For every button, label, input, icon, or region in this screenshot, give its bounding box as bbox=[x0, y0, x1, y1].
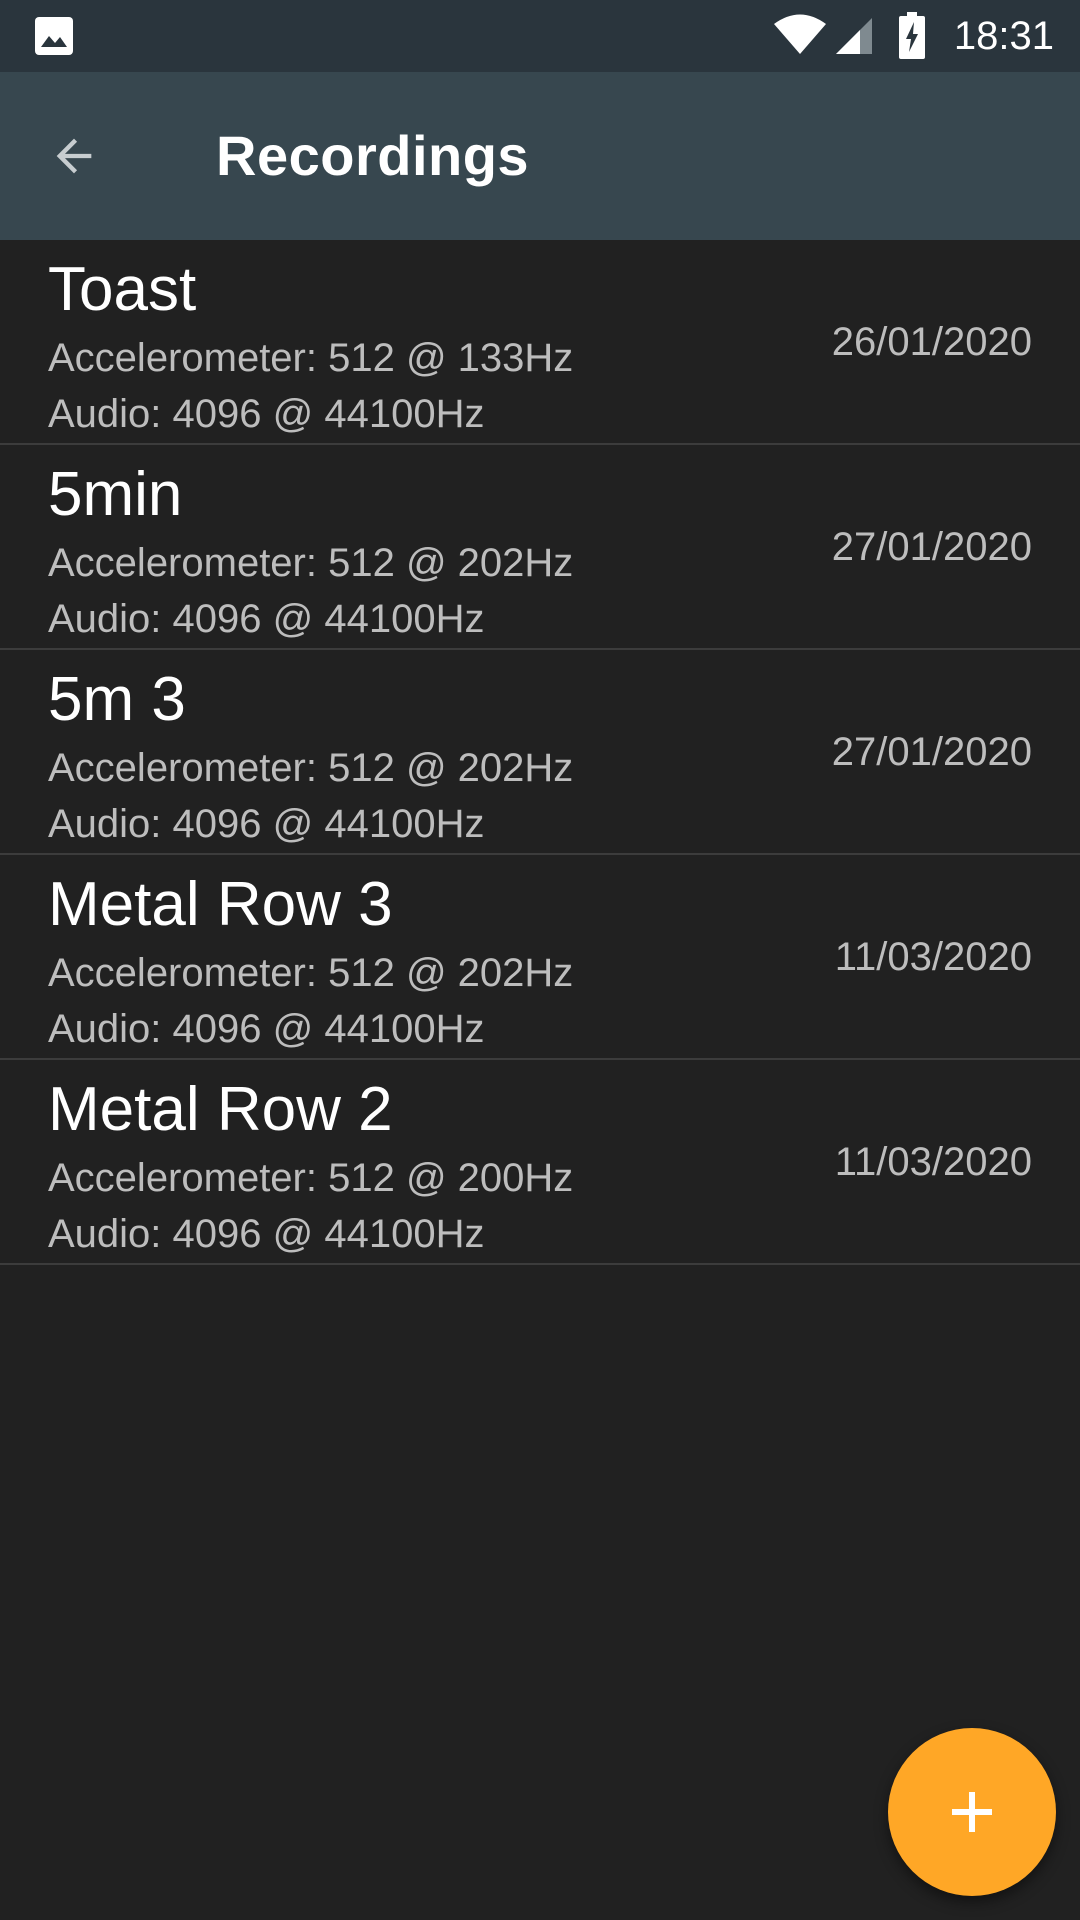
list-item[interactable]: 5m 3 Accelerometer: 512 @ 202Hz Audio: 4… bbox=[0, 650, 1080, 855]
recording-accelerometer: Accelerometer: 512 @ 200Hz bbox=[48, 1156, 574, 1200]
recording-name: Metal Row 3 bbox=[48, 870, 393, 939]
recording-accelerometer: Accelerometer: 512 @ 202Hz bbox=[48, 541, 574, 585]
recording-date: 27/01/2020 bbox=[831, 525, 1032, 569]
recordings-list: Toast Accelerometer: 512 @ 133Hz Audio: … bbox=[0, 240, 1080, 1265]
recording-date: 11/03/2020 bbox=[834, 1140, 1032, 1184]
app-bar: Recordings bbox=[0, 72, 1080, 240]
recording-name: 5min bbox=[48, 460, 183, 529]
recording-audio: Audio: 4096 @ 44100Hz bbox=[48, 597, 485, 641]
recording-audio: Audio: 4096 @ 44100Hz bbox=[48, 1007, 485, 1051]
list-item[interactable]: 5min Accelerometer: 512 @ 202Hz Audio: 4… bbox=[0, 445, 1080, 650]
list-item[interactable]: Toast Accelerometer: 512 @ 133Hz Audio: … bbox=[0, 240, 1080, 445]
battery-charging-icon bbox=[899, 12, 925, 59]
recording-accelerometer: Accelerometer: 512 @ 133Hz bbox=[48, 336, 574, 380]
recordings-screen: 18:31 Recordings Toast Accelerometer: 51… bbox=[0, 0, 1080, 1920]
recording-audio: Audio: 4096 @ 44100Hz bbox=[48, 802, 485, 846]
recording-accelerometer: Accelerometer: 512 @ 202Hz bbox=[48, 951, 574, 995]
list-item[interactable]: Metal Row 3 Accelerometer: 512 @ 202Hz A… bbox=[0, 855, 1080, 1060]
recording-audio: Audio: 4096 @ 44100Hz bbox=[48, 1212, 485, 1256]
recording-date: 11/03/2020 bbox=[834, 935, 1032, 979]
signal-icon bbox=[836, 18, 872, 54]
plus-icon bbox=[952, 1792, 992, 1832]
wifi-icon bbox=[774, 14, 826, 54]
back-button[interactable] bbox=[32, 114, 116, 198]
status-bar: 18:31 bbox=[0, 0, 1080, 72]
recording-date: 26/01/2020 bbox=[831, 320, 1032, 364]
recording-audio: Audio: 4096 @ 44100Hz bbox=[48, 392, 485, 436]
recording-name: Metal Row 2 bbox=[48, 1075, 393, 1144]
status-clock: 18:31 bbox=[953, 14, 1054, 58]
recording-name: Toast bbox=[48, 255, 197, 324]
recording-accelerometer: Accelerometer: 512 @ 202Hz bbox=[48, 746, 574, 790]
recording-date: 27/01/2020 bbox=[831, 730, 1032, 774]
add-recording-button[interactable] bbox=[888, 1728, 1056, 1896]
arrow-back-icon bbox=[56, 138, 92, 174]
recording-name: 5m 3 bbox=[48, 665, 186, 734]
gallery-icon bbox=[35, 17, 73, 55]
page-title: Recordings bbox=[216, 124, 530, 187]
list-item[interactable]: Metal Row 2 Accelerometer: 512 @ 200Hz A… bbox=[0, 1060, 1080, 1265]
